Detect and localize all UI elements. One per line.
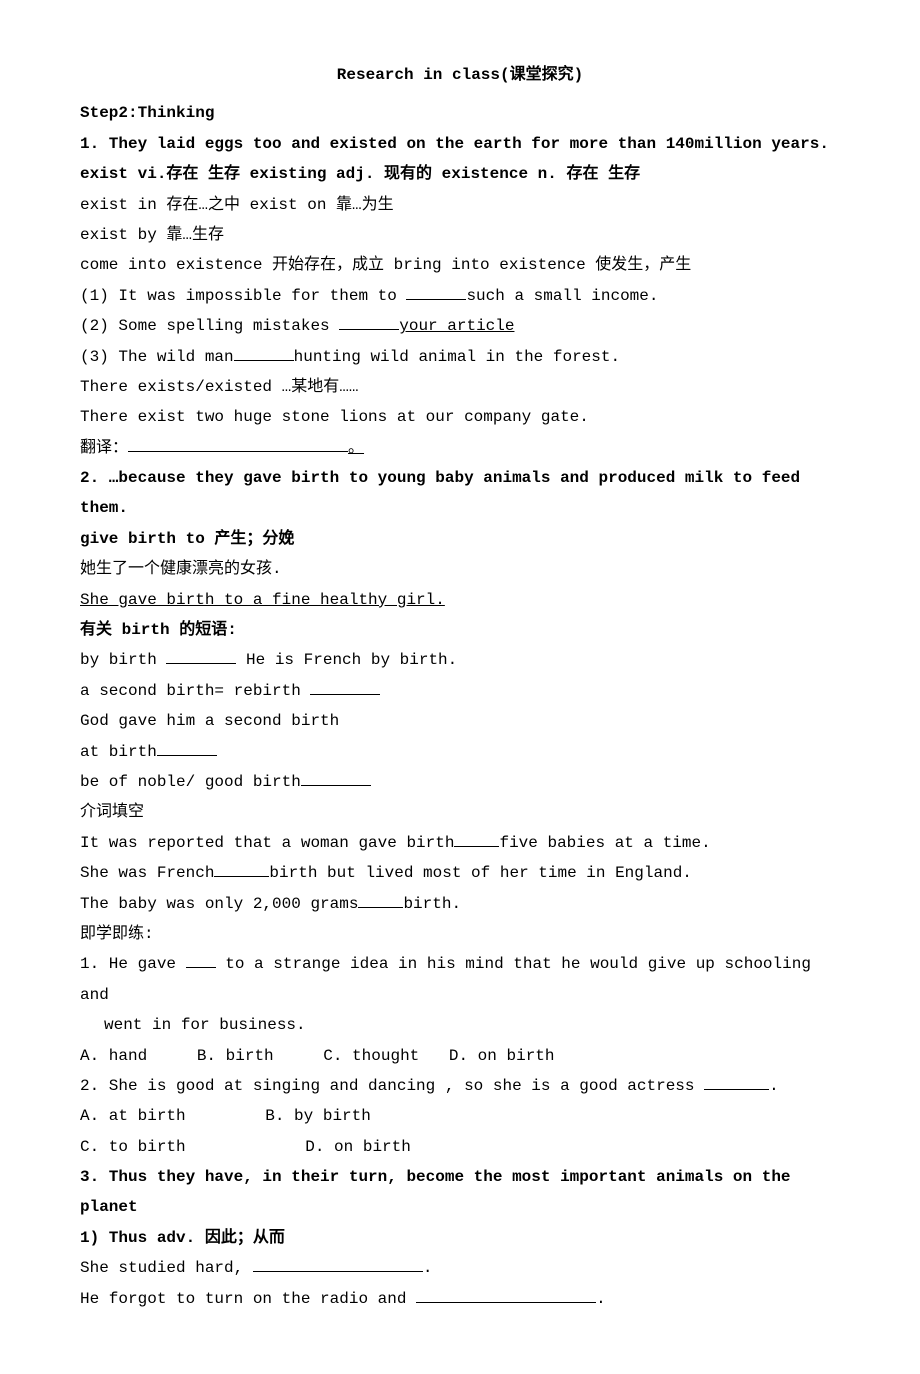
blank-input[interactable] [301, 785, 371, 786]
section-1-sub: exist vi.存在 生存 existing adj. 现有的 existen… [80, 159, 840, 189]
blank-input[interactable] [157, 755, 217, 756]
prep-2-a: She was French [80, 864, 214, 882]
option-d[interactable]: D. on birth [305, 1132, 411, 1162]
page-title: Research in class(课堂探究) [80, 60, 840, 90]
option-d[interactable]: D. on birth [449, 1041, 555, 1071]
section-2-header: 2. …because they gave birth to young bab… [80, 463, 840, 524]
q1-2: (2) Some spelling mistakes your article [80, 311, 840, 341]
q1-2-a: (2) Some spelling mistakes [80, 317, 339, 335]
practice-2-options-2: C. to birth D. on birth [80, 1132, 840, 1162]
q1-1: (1) It was impossible for them to such a… [80, 281, 840, 311]
option-c[interactable]: C. thought [323, 1041, 419, 1071]
section-3-sub: 1) Thus adv. 因此；从而 [80, 1223, 840, 1253]
q1-3-b: hunting wild animal in the forest. [294, 348, 620, 366]
blank-input[interactable] [253, 1271, 423, 1272]
q1-2-b: your article [399, 317, 514, 335]
blank-input[interactable] [310, 694, 380, 695]
translate-line: 翻译： 。 [80, 433, 840, 463]
thus-ex1: She studied hard, . [80, 1253, 840, 1283]
practice-1-a: 1. He gave [80, 955, 186, 973]
blank-input[interactable] [234, 360, 294, 361]
section-1-header: 1. They laid eggs too and existed on the… [80, 129, 840, 159]
blank-input[interactable] [358, 907, 403, 908]
second-birth: a second birth= rebirth [80, 676, 840, 706]
thus-ex2: He forgot to turn on the radio and . [80, 1284, 840, 1314]
prep-3-b: birth. [403, 895, 461, 913]
blank-input[interactable] [186, 967, 216, 968]
blank-input[interactable] [339, 329, 399, 330]
prep-2-b: birth but lived most of her time in Engl… [269, 864, 691, 882]
blank-input[interactable] [166, 663, 236, 664]
thus-ex1-p: . [423, 1259, 433, 1277]
exist-in-on: exist in 存在…之中 exist on 靠…为生 [80, 190, 840, 220]
option-a[interactable]: A. hand [80, 1041, 147, 1071]
option-c[interactable]: C. to birth [80, 1132, 186, 1162]
practice-1-b: to a strange idea in his mind that he wo… [80, 955, 811, 1003]
blank-input[interactable] [454, 846, 499, 847]
by-birth-b: He is French by birth. [236, 651, 457, 669]
translate-period: 。 [348, 439, 364, 457]
by-birth: by birth He is French by birth. [80, 645, 840, 675]
practice-1-options: A. hand B. birth C. thought D. on birth [80, 1041, 840, 1071]
blank-input[interactable] [704, 1089, 769, 1090]
option-b[interactable]: B. by birth [265, 1101, 371, 1131]
practice-2-p: . [769, 1077, 779, 1095]
noble-birth: be of noble/ good birth [80, 767, 840, 797]
example-zh: 她生了一个健康漂亮的女孩. [80, 554, 840, 584]
section-2-sub: give birth to 产生；分娩 [80, 524, 840, 554]
at-birth: at birth [80, 737, 840, 767]
thus-ex2-p: . [596, 1290, 606, 1308]
noble-birth-a: be of noble/ good birth [80, 773, 301, 791]
step-heading: Step2:Thinking [80, 98, 840, 128]
example-en: She gave birth to a fine healthy girl. [80, 585, 840, 615]
option-b[interactable]: B. birth [197, 1041, 274, 1071]
at-birth-a: at birth [80, 743, 157, 761]
prep-2: She was French birth but lived most of he… [80, 858, 840, 888]
prep-1-b: five babies at a time. [499, 834, 710, 852]
translate-blank[interactable] [128, 451, 348, 452]
prep-fill-header: 介词填空 [80, 797, 840, 827]
practice-header: 即学即练: [80, 919, 840, 949]
practice-1-cont: went in for business. [80, 1010, 840, 1040]
practice-1: 1. He gave to a strange idea in his mind… [80, 949, 840, 1010]
god-second-birth: God gave him a second birth [80, 706, 840, 736]
practice-2: 2. She is good at singing and dancing , … [80, 1071, 840, 1101]
prep-3-a: The baby was only 2,000 grams [80, 895, 358, 913]
translate-label: 翻译： [80, 439, 128, 457]
there-exist-example: There exist two huge stone lions at our … [80, 402, 840, 432]
by-birth-a: by birth [80, 651, 166, 669]
q1-1-b: such a small income. [466, 287, 658, 305]
prep-1-a: It was reported that a woman gave birth [80, 834, 454, 852]
exist-by: exist by 靠…生存 [80, 220, 840, 250]
practice-2-a: 2. She is good at singing and dancing , … [80, 1077, 704, 1095]
q1-3: (3) The wild man hunting wild animal in t… [80, 342, 840, 372]
q1-3-a: (3) The wild man [80, 348, 234, 366]
birth-phrases-header: 有关 birth 的短语: [80, 615, 840, 645]
come-into-existence: come into existence 开始存在，成立 bring into e… [80, 250, 840, 280]
option-a[interactable]: A. at birth [80, 1101, 186, 1131]
thus-ex2-a: He forgot to turn on the radio and [80, 1290, 416, 1308]
blank-input[interactable] [406, 299, 466, 300]
prep-1: It was reported that a woman gave birth f… [80, 828, 840, 858]
blank-input[interactable] [214, 876, 269, 877]
practice-2-options-1: A. at birth B. by birth [80, 1101, 840, 1131]
q1-1-a: (1) It was impossible for them to [80, 287, 406, 305]
section-3-header: 3. Thus they have, in their turn, become… [80, 1162, 840, 1223]
thus-ex1-a: She studied hard, [80, 1259, 253, 1277]
there-exists: There exists/existed …某地有…… [80, 372, 840, 402]
prep-3: The baby was only 2,000 grams birth. [80, 889, 840, 919]
second-birth-a: a second birth= rebirth [80, 682, 310, 700]
